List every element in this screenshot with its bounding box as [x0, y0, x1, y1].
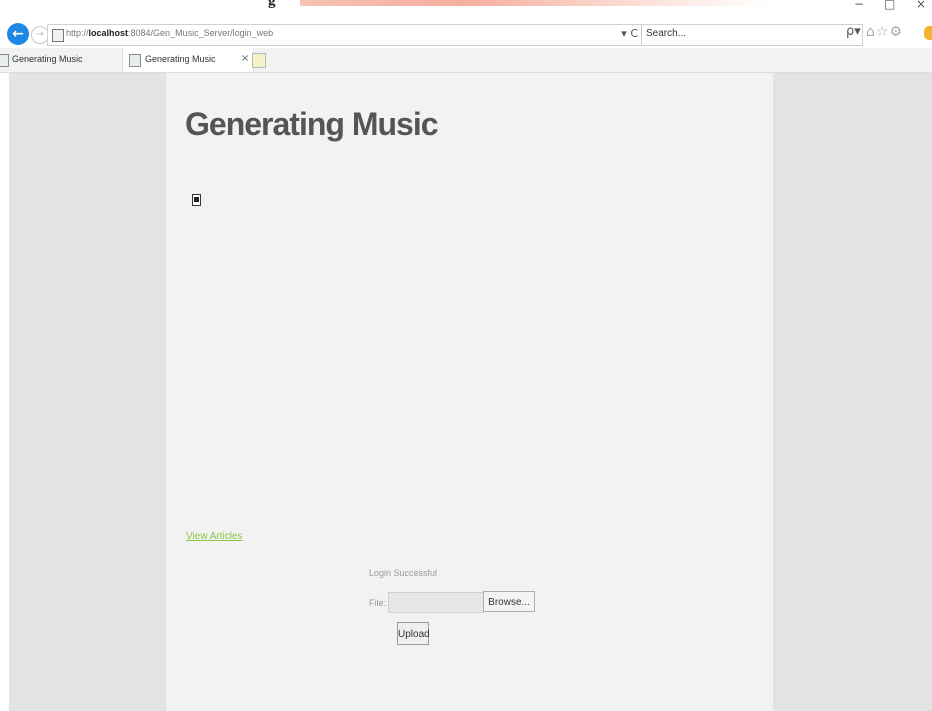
minimize-icon[interactable]: − — [854, 0, 864, 11]
page-icon — [52, 29, 64, 42]
tab-label: Generating Music — [12, 54, 83, 64]
new-tab-icon[interactable] — [252, 53, 266, 68]
banner-text: g — [268, 0, 277, 9]
search-input[interactable]: Search... — [646, 28, 686, 39]
refresh-icon[interactable]: ▾ C — [621, 27, 638, 40]
page-icon — [129, 54, 141, 67]
search-icon[interactable]: ρ▾ — [846, 24, 861, 39]
broken-image-icon — [192, 194, 201, 206]
smiley-icon[interactable] — [924, 26, 932, 40]
login-success-message: Login Successful — [369, 568, 438, 578]
restore-icon[interactable]: □ — [884, 0, 895, 11]
url-host: localhost — [88, 28, 129, 38]
url-text[interactable]: http://localhost:8084/Gen_Music_Server/l… — [66, 28, 273, 38]
tab-label: Generating Music — [145, 54, 216, 64]
file-path-field[interactable] — [388, 592, 484, 613]
view-articles-link[interactable]: View Articles — [186, 531, 243, 542]
address-bar[interactable]: http://localhost:8084/Gen_Music_Server/l… — [47, 24, 643, 46]
close-tab-icon[interactable]: × — [241, 53, 249, 64]
close-window-icon[interactable]: × — [916, 0, 926, 11]
search-box[interactable]: Search... — [641, 24, 863, 46]
back-arrow-icon[interactable]: ← — [7, 23, 29, 45]
home-favorites-settings-icons[interactable]: ⌂☆⚙ — [866, 24, 903, 40]
window-top-strip: g − □ × — [0, 0, 932, 22]
tab-generating-music-2[interactable]: Generating Music × — [122, 48, 254, 72]
file-label: File: — [369, 598, 387, 608]
address-toolbar: ← → http://localhost:8084/Gen_Music_Serv… — [0, 22, 932, 48]
browse-button[interactable]: Browse... — [483, 591, 535, 612]
banner-decoration — [300, 0, 770, 6]
tab-bar: Generating Music Generating Music × — [0, 48, 932, 73]
upload-button[interactable]: Upload — [397, 622, 430, 645]
page-title: Generating Music — [185, 106, 438, 142]
content-column: Generating Music View Articles Login Suc… — [166, 73, 773, 711]
page-viewport: Generating Music View Articles Login Suc… — [9, 73, 932, 711]
tab-generating-music-1[interactable]: Generating Music — [0, 48, 122, 72]
page-icon — [0, 54, 9, 67]
